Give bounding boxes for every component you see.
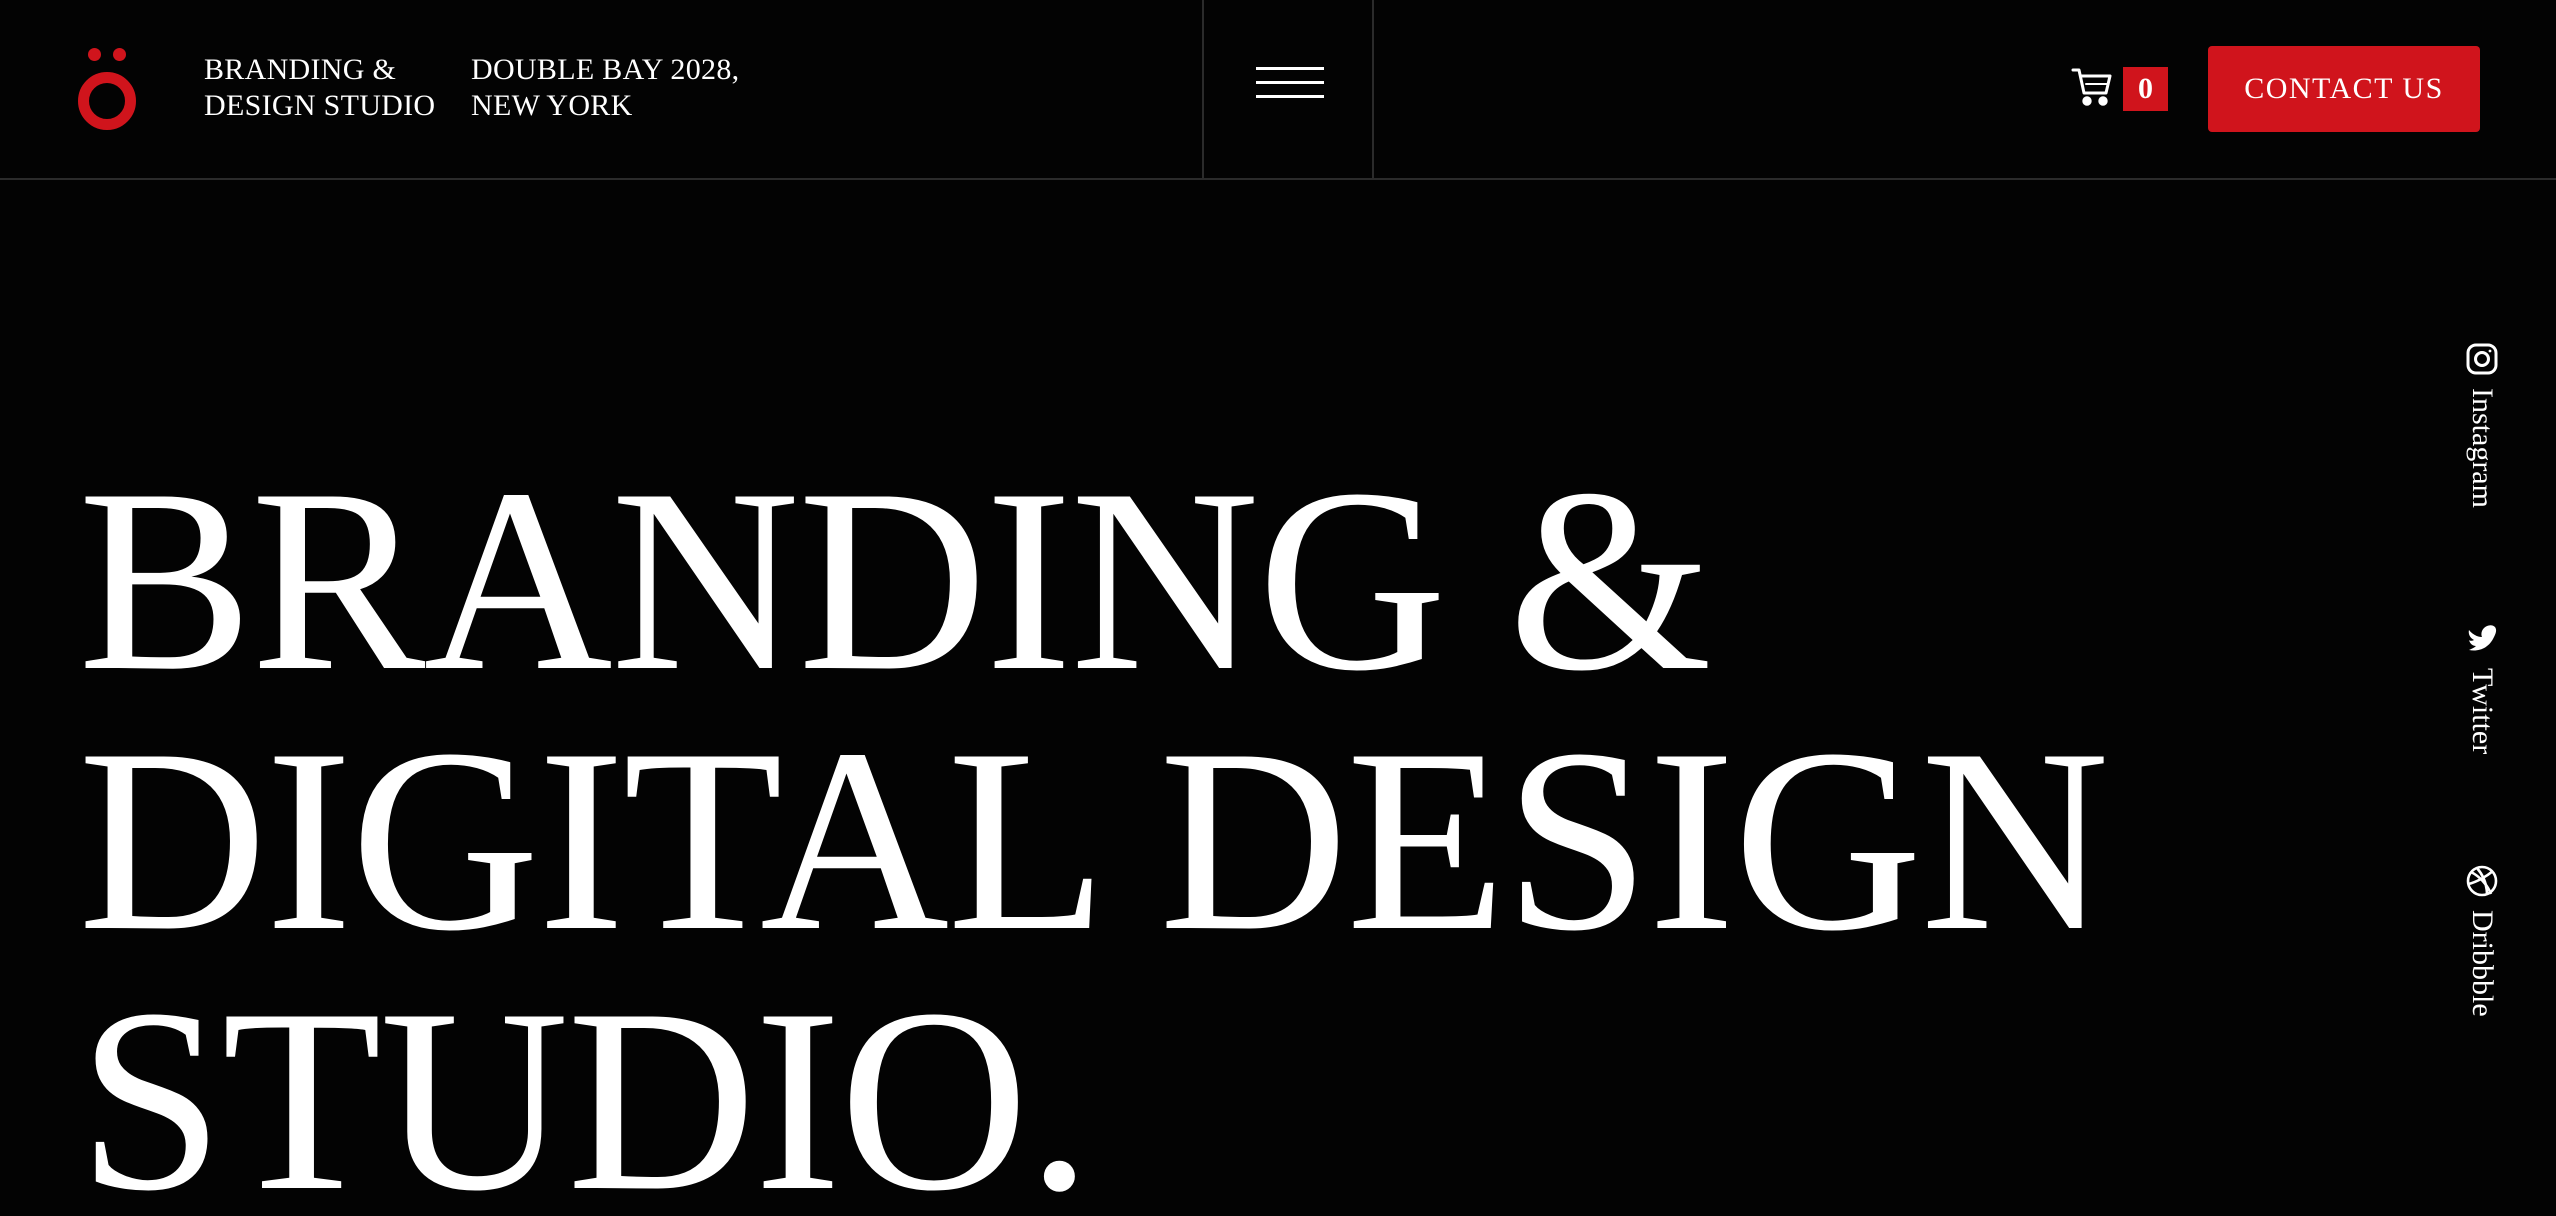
brand-name-line1: BRANDING &: [204, 53, 397, 86]
social-label-instagram: Instagram: [2466, 388, 2499, 508]
logo-dot-right: [113, 48, 126, 61]
social-link-instagram[interactable]: Instagram: [2460, 342, 2504, 508]
studio-address: DOUBLE BAY 2028, NEW YORK: [471, 52, 739, 124]
menu-bar-bottom: [1256, 95, 1324, 98]
hamburger-menu-icon[interactable]: [1202, 0, 1374, 178]
brand-logo[interactable]: [78, 46, 136, 130]
menu-bar-middle: [1256, 81, 1324, 84]
hero-title-line1: BRANDING &: [78, 435, 1712, 725]
address-line1: DOUBLE BAY 2028,: [471, 53, 740, 86]
social-label-twitter: Twitter: [2466, 668, 2499, 755]
logo-dot-left: [88, 48, 101, 61]
shopping-cart-icon[interactable]: [2070, 64, 2114, 108]
address-line2: NEW YORK: [471, 89, 633, 122]
menu-bar-top: [1256, 67, 1324, 70]
twitter-icon: [2468, 625, 2497, 651]
dribbble-icon: [2466, 865, 2498, 897]
contact-us-button[interactable]: CONTACT US: [2208, 46, 2480, 132]
site-header: BRANDING & DESIGN STUDIO DOUBLE BAY 2028…: [0, 0, 2556, 180]
social-link-dribbble[interactable]: Dribbble: [2460, 864, 2504, 1017]
brand-name: BRANDING & DESIGN STUDIO: [204, 52, 435, 124]
social-label-dribbble: Dribbble: [2466, 910, 2499, 1017]
cart-count-badge: 0: [2123, 67, 2168, 111]
logo-ring: [78, 72, 136, 130]
hero-title-line3: STUDIO.: [78, 955, 1092, 1216]
social-link-twitter[interactable]: Twitter: [2460, 622, 2504, 754]
page: BRANDING & DESIGN STUDIO DOUBLE BAY 2028…: [0, 0, 2556, 1216]
hero-title-line2: DIGITAL DESIGN: [78, 695, 2110, 985]
instagram-icon: [2466, 343, 2498, 375]
brand-name-line2: DESIGN STUDIO: [204, 89, 436, 122]
hero-title: BRANDING & DIGITAL DESIGN STUDIO.: [78, 435, 2110, 1216]
